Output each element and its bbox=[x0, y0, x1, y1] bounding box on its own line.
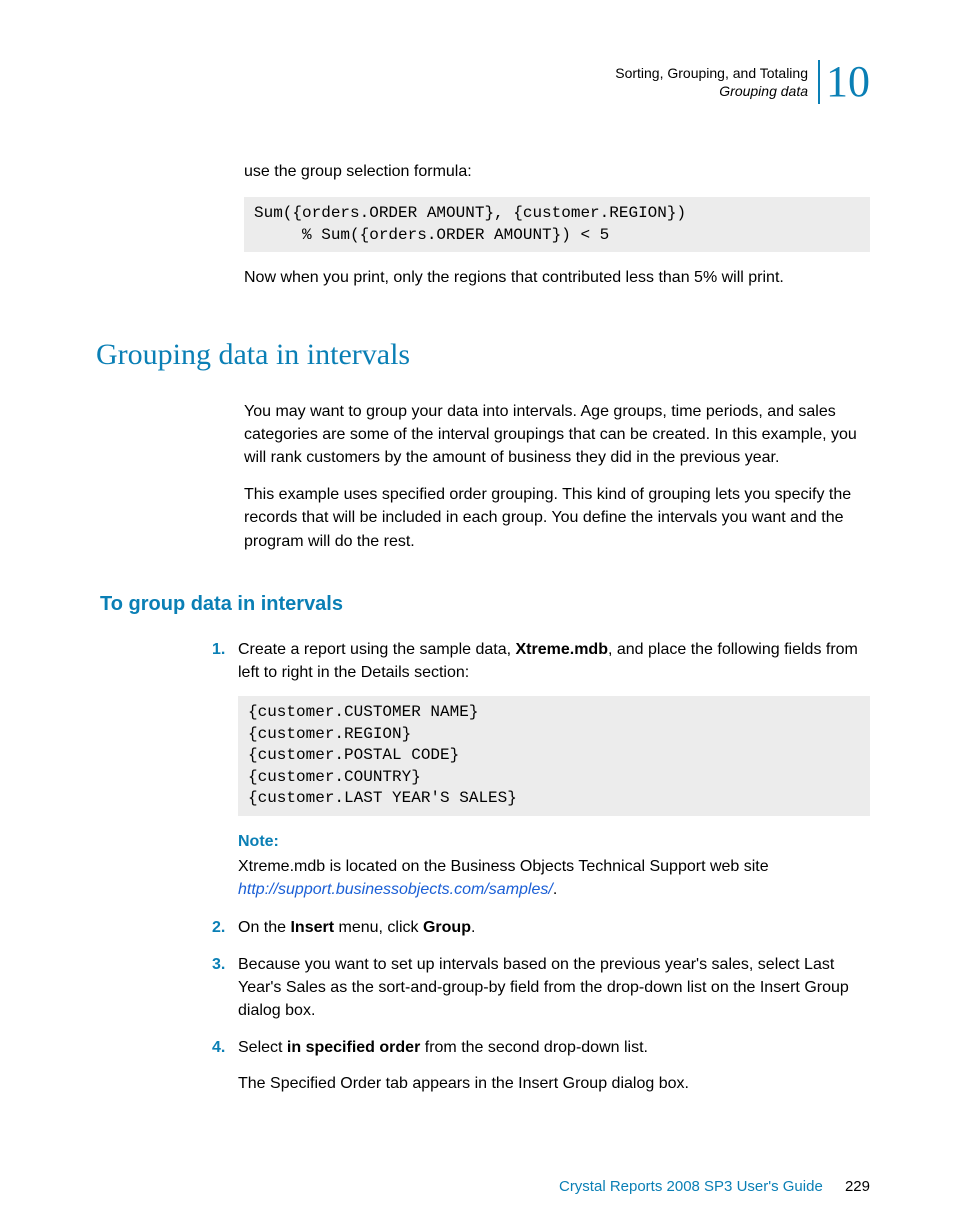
step-3-text: Because you want to set up intervals bas… bbox=[238, 953, 870, 1023]
text: Xtreme.mdb is located on the Business Ob… bbox=[238, 858, 769, 875]
step-number: 2. bbox=[212, 916, 238, 939]
intro-block: use the group selection formula: Sum({or… bbox=[244, 160, 870, 290]
step-body: On the Insert menu, click Group. bbox=[238, 916, 870, 939]
text: Create a report using the sample data, bbox=[238, 641, 516, 658]
step-4-followup: The Specified Order tab appears in the I… bbox=[238, 1072, 870, 1095]
section-p2: This example uses specified order groupi… bbox=[244, 483, 870, 553]
step-number: 1. bbox=[212, 638, 238, 902]
insert-bold: Insert bbox=[290, 919, 334, 936]
code-block-formula: Sum({orders.ORDER AMOUNT}, {customer.REG… bbox=[244, 197, 870, 252]
intro-lead: use the group selection formula: bbox=[244, 160, 870, 183]
page-footer: Crystal Reports 2008 SP3 User's Guide 22… bbox=[559, 1178, 870, 1195]
step-2: 2. On the Insert menu, click Group. bbox=[212, 916, 870, 939]
step-1-text: Create a report using the sample data, X… bbox=[238, 638, 870, 684]
footer-page-number: 229 bbox=[845, 1178, 870, 1195]
steps-list: 1. Create a report using the sample data… bbox=[212, 638, 870, 1095]
step-body: Create a report using the sample data, X… bbox=[238, 638, 870, 902]
footer-guide: Crystal Reports 2008 SP3 User's Guide bbox=[559, 1178, 823, 1195]
step-3: 3. Because you want to set up intervals … bbox=[212, 953, 870, 1023]
intro-after: Now when you print, only the regions tha… bbox=[244, 266, 870, 289]
text: . bbox=[471, 919, 475, 936]
section-body: You may want to group your data into int… bbox=[244, 400, 870, 553]
text: menu, click bbox=[334, 919, 423, 936]
note-text: Xtreme.mdb is located on the Business Ob… bbox=[238, 855, 870, 901]
specified-order-bold: in specified order bbox=[287, 1039, 420, 1056]
step-body: Because you want to set up intervals bas… bbox=[238, 953, 870, 1023]
step-4: 4. Select in specified order from the se… bbox=[212, 1036, 870, 1094]
section-name: Grouping data bbox=[615, 82, 808, 100]
text: Select bbox=[238, 1039, 287, 1056]
page-header: Sorting, Grouping, and Totaling Grouping… bbox=[96, 60, 870, 104]
code-block-fields: {customer.CUSTOMER NAME} {customer.REGIO… bbox=[238, 696, 870, 816]
section-p1: You may want to group your data into int… bbox=[244, 400, 870, 470]
chapter-title: Sorting, Grouping, and Totaling bbox=[615, 64, 808, 82]
chapter-number: 10 bbox=[818, 60, 870, 104]
step-1: 1. Create a report using the sample data… bbox=[212, 638, 870, 902]
header-text: Sorting, Grouping, and Totaling Grouping… bbox=[615, 64, 808, 100]
note-label: Note: bbox=[238, 830, 870, 853]
step-2-text: On the Insert menu, click Group. bbox=[238, 916, 870, 939]
group-bold: Group bbox=[423, 919, 471, 936]
text: . bbox=[553, 881, 557, 898]
support-link[interactable]: http://support.businessobjects.com/sampl… bbox=[238, 881, 553, 898]
page: Sorting, Grouping, and Totaling Grouping… bbox=[0, 0, 954, 1227]
text: from the second drop-down list. bbox=[420, 1039, 648, 1056]
step-body: Select in specified order from the secon… bbox=[238, 1036, 870, 1094]
step-4-text: Select in specified order from the secon… bbox=[238, 1036, 870, 1059]
subsection-heading: To group data in intervals bbox=[100, 593, 870, 616]
xtreme-bold: Xtreme.mdb bbox=[516, 641, 608, 658]
step-number: 4. bbox=[212, 1036, 238, 1094]
step-number: 3. bbox=[212, 953, 238, 1023]
text: On the bbox=[238, 919, 290, 936]
section-heading: Grouping data in intervals bbox=[96, 338, 870, 372]
